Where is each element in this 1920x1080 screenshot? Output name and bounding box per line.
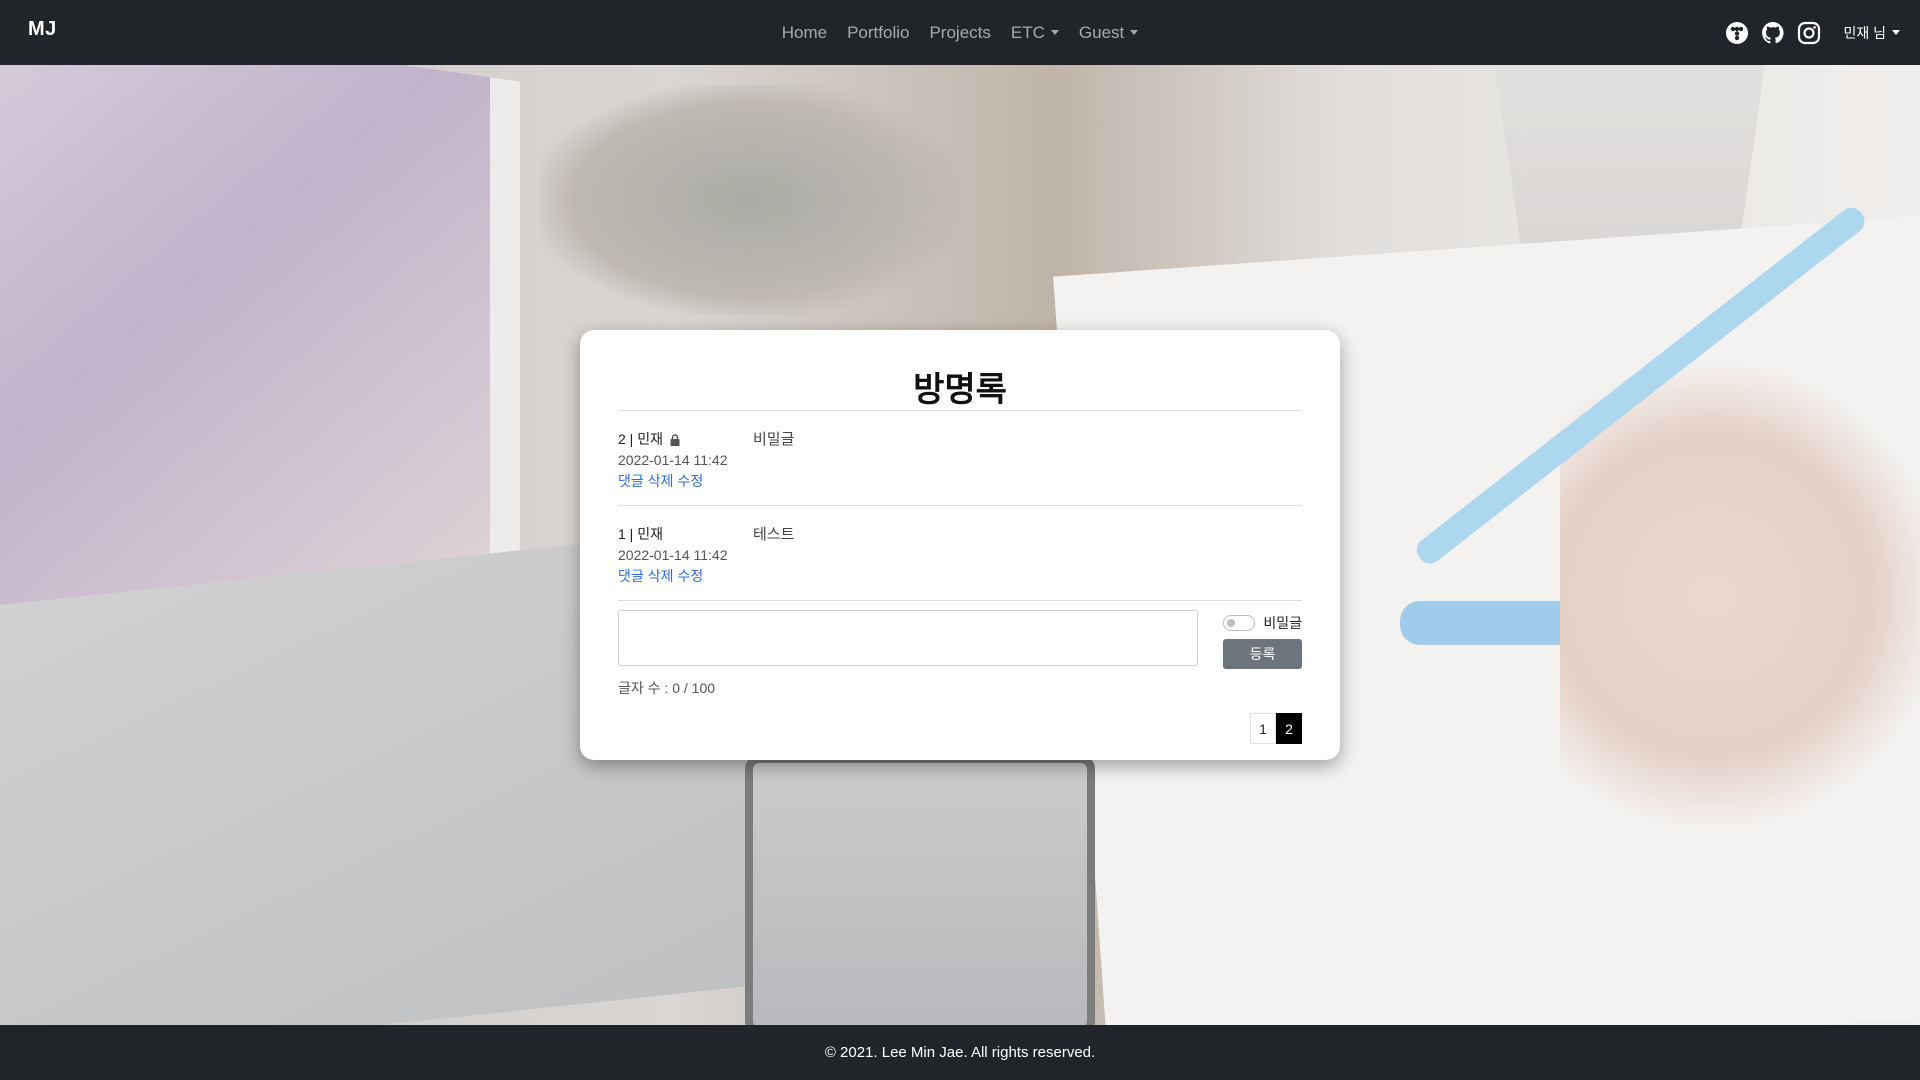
nav-guest-label: Guest (1078, 22, 1125, 42)
edit-link[interactable]: 수정 (678, 566, 704, 587)
page-title: 방명록 (913, 370, 1007, 410)
caret-down-icon (1130, 30, 1139, 35)
guestbook-entry: 2 | 민재 2022-01-14 11:42 댓글 삭제 수정 비밀글 (618, 411, 1302, 506)
delete-link[interactable]: 삭제 (648, 566, 674, 587)
github-icon[interactable] (1761, 21, 1785, 45)
user-menu-dropdown[interactable]: 민재 님 (1843, 23, 1900, 43)
instagram-icon[interactable] (1797, 21, 1821, 45)
top-navbar: MJ Home Portfolio Projects ETC Guest 민재 … (0, 0, 1920, 65)
user-menu-label: 민재 님 (1843, 24, 1886, 41)
secret-label: 비밀글 (1263, 615, 1302, 631)
nav-links: Home Portfolio Projects ETC Guest (0, 0, 1920, 65)
entry-meta: 1 | 민재 2022-01-14 11:42 댓글 삭제 수정 (618, 524, 753, 600)
nav-home[interactable]: Home (782, 23, 827, 43)
submit-button[interactable]: 등록 (1223, 639, 1302, 669)
nav-portfolio[interactable]: Portfolio (847, 23, 909, 43)
pagination: 1 2 (1250, 713, 1302, 744)
copyright-text: © 2021. Lee Min Jae. All rights reserved… (824, 1044, 1096, 1061)
secret-toggle[interactable] (1223, 615, 1256, 631)
entry-content: 비밀글 (753, 431, 795, 448)
edit-link[interactable]: 수정 (678, 471, 704, 492)
page-1-button[interactable]: 1 (1250, 713, 1276, 744)
entry-date: 2022-01-14 11:42 (618, 547, 728, 563)
reply-link[interactable]: 댓글 (618, 566, 644, 587)
write-form: 글자 수 : 0 / 100 비밀글 등록 (618, 610, 1302, 698)
entry-header: 1 | 민재 (618, 526, 663, 542)
caret-down-icon (1050, 30, 1059, 35)
guestbook-card: 방명록 2 | 민재 2022-01-14 11:42 댓글 삭제 수정 비밀글… (580, 330, 1340, 760)
char-count: 글자 수 : 0 / 100 (618, 680, 716, 696)
entry-actions: 댓글 삭제 수정 (618, 471, 753, 492)
lock-icon (670, 433, 680, 446)
nav-projects[interactable]: Projects (929, 23, 990, 43)
entry-date: 2022-01-14 11:42 (618, 452, 728, 468)
entry-actions: 댓글 삭제 수정 (618, 566, 753, 587)
message-textarea[interactable] (618, 610, 1198, 666)
entry-meta: 2 | 민재 2022-01-14 11:42 댓글 삭제 수정 (618, 429, 753, 505)
caret-down-icon (1892, 30, 1900, 35)
entry-content: 테스트 (753, 526, 795, 543)
tistory-icon[interactable] (1725, 21, 1749, 45)
nav-right: 민재 님 (1725, 0, 1900, 65)
footer: © 2021. Lee Min Jae. All rights reserved… (0, 1025, 1920, 1080)
delete-link[interactable]: 삭제 (648, 471, 674, 492)
reply-link[interactable]: 댓글 (618, 471, 644, 492)
nav-etc-label: ETC (1010, 22, 1045, 42)
nav-guest-dropdown[interactable]: Guest (1078, 22, 1139, 43)
guestbook-entry: 1 | 민재 2022-01-14 11:42 댓글 삭제 수정 테스트 (618, 506, 1302, 601)
entry-header: 2 | 민재 (618, 431, 663, 447)
nav-etc-dropdown[interactable]: ETC (1011, 23, 1059, 43)
page-2-button[interactable]: 2 (1276, 713, 1302, 744)
